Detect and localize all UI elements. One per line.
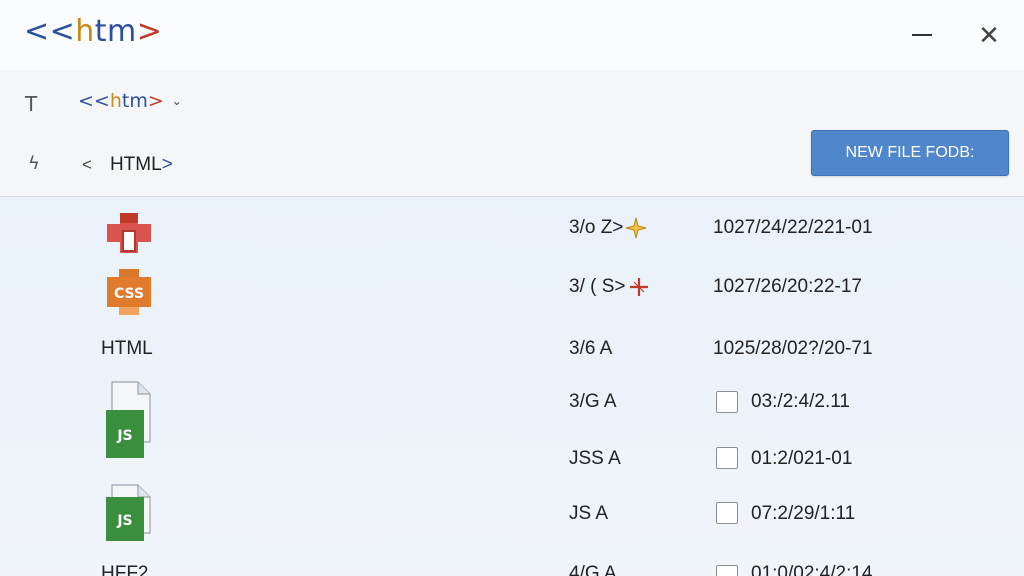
file-size: 3/G A — [569, 391, 617, 412]
html-file-icon — [107, 213, 151, 253]
size-text: 3/o Z> — [569, 217, 624, 238]
minimize-button[interactable] — [905, 18, 939, 52]
file-size: 3/o Z> — [569, 217, 647, 239]
list-item[interactable]: JS JS A 07:2/29/1:11 — [0, 483, 1024, 547]
size-text: 3/ ( S> — [569, 276, 626, 297]
logo-part: tm — [94, 14, 137, 49]
list-item[interactable]: 3/o Z> 1027/24/22/221-01 — [0, 211, 1024, 261]
selector-part: << — [78, 90, 110, 112]
breadcrumb: < HTML> — [82, 154, 173, 176]
logo-part: h — [75, 14, 95, 49]
file-date: 1025/28/02?/20-71 — [713, 338, 873, 359]
js-file-icon: JS — [106, 484, 151, 541]
title-bar: <<htm> ✕ — [0, 0, 1024, 70]
row-checkbox[interactable] — [716, 391, 738, 413]
file-date: 1027/24/22/221-01 — [713, 217, 873, 238]
plus-cross-icon — [629, 278, 648, 296]
file-size: JS A — [569, 503, 609, 524]
file-date: 07:2/29/1:11 — [751, 503, 856, 524]
file-list: 3/o Z> 1027/24/22/221-01 CSS 3/ ( S> 102… — [0, 197, 1024, 576]
css-icon-label: CSS — [114, 286, 144, 302]
breadcrumb-item[interactable]: HTML — [110, 154, 162, 175]
close-button[interactable]: ✕ — [972, 18, 1006, 52]
breadcrumb-end: > — [161, 154, 173, 175]
js-icon-label: JS — [116, 428, 132, 444]
file-date: 01:0/02:4/2:14 — [751, 563, 873, 576]
language-selector[interactable]: <<htm> ⌄ — [78, 90, 182, 112]
file-size: 3/ ( S> — [569, 276, 650, 298]
app-logo: <<htm> — [24, 14, 162, 49]
list-item[interactable]: HTML 3/6 A 1025/28/02?/20-71 — [0, 335, 1024, 365]
new-file-button[interactable]: NEW FILE FODB: — [811, 130, 1009, 176]
back-icon[interactable]: < — [82, 155, 92, 175]
file-name: HTML — [101, 338, 153, 359]
minimize-icon — [912, 34, 932, 36]
list-item[interactable]: HFF2 4/G A 01:0/02:4/2:14 — [0, 563, 1024, 576]
chevron-down-icon: ⌄ — [171, 94, 182, 108]
file-date: 1027/26/20:22-17 — [713, 276, 862, 297]
selector-part: h — [109, 90, 122, 112]
list-item[interactable]: CSS 3/ ( S> 1027/26/20:22-17 — [0, 267, 1024, 319]
row-checkbox[interactable] — [716, 502, 738, 524]
text-icon[interactable]: T — [25, 92, 37, 116]
row-checkbox[interactable] — [716, 565, 738, 576]
file-size: JSS A — [569, 448, 621, 469]
file-date: 03:/2:4/2.11 — [751, 391, 850, 412]
file-name: HFF2 — [101, 563, 149, 576]
bolt-icon[interactable]: ϟ — [28, 153, 40, 174]
file-size: 3/6 A — [569, 338, 613, 359]
sparkle-icon — [626, 217, 647, 239]
css-file-icon: CSS — [107, 269, 151, 315]
selector-part: tm — [121, 90, 148, 112]
row-checkbox[interactable] — [716, 447, 738, 469]
file-size: 4/G A — [569, 563, 617, 576]
selector-part: > — [147, 90, 164, 112]
file-date: 01:2/021-01 — [751, 448, 853, 469]
logo-part: > — [136, 14, 163, 49]
close-icon: ✕ — [978, 19, 1000, 50]
list-item[interactable]: JSS A 01:2/021-01 — [0, 445, 1024, 475]
js-icon-label: JS — [116, 513, 132, 529]
logo-part: << — [24, 14, 76, 49]
